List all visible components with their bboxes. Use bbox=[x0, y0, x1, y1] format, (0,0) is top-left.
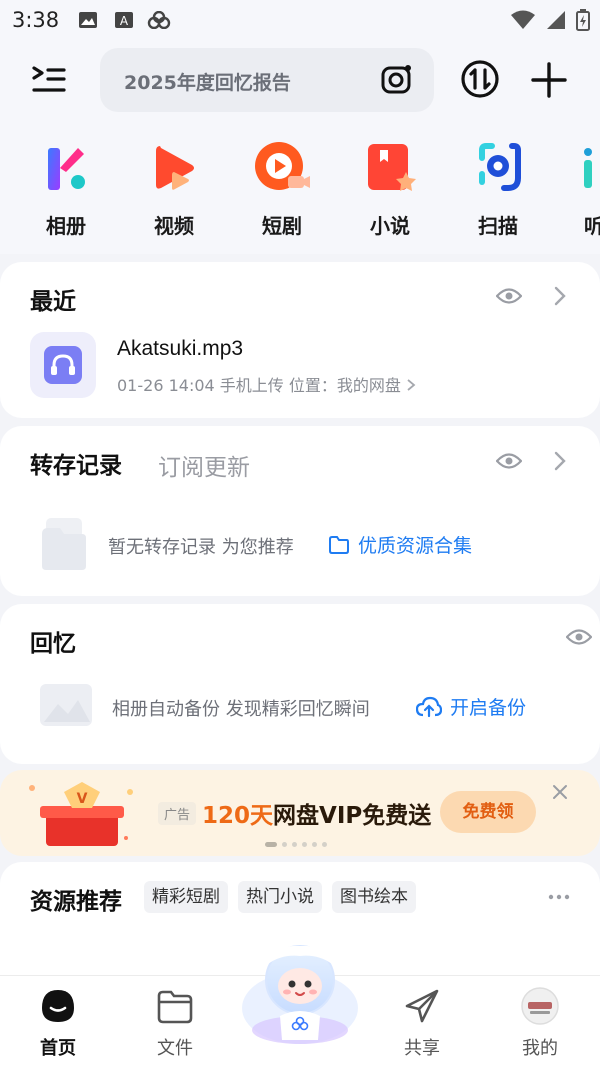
resource-collection-label: 优质资源合集 bbox=[358, 535, 473, 557]
mascot-assistant-button[interactable] bbox=[238, 940, 362, 1048]
app-label: 扫描 bbox=[478, 214, 518, 238]
app-label: 小说 bbox=[370, 214, 410, 238]
transfer-title[interactable]: 转存记录 bbox=[30, 446, 122, 480]
file-meta-text: 01-26 14:04 手机上传 位置：我的网盘 bbox=[117, 376, 401, 395]
cloud-upload-icon bbox=[416, 696, 442, 717]
resource-tag[interactable]: 热门小说 bbox=[238, 881, 322, 913]
enable-backup-label: 开启备份 bbox=[450, 697, 527, 719]
status-indicators bbox=[510, 9, 590, 31]
home-icon bbox=[42, 990, 74, 1022]
resource-collection-link[interactable]: 优质资源合集 bbox=[328, 531, 472, 558]
eye-icon[interactable] bbox=[566, 628, 592, 646]
status-time: 3:38 bbox=[12, 8, 60, 32]
font-notification-icon: A bbox=[115, 12, 133, 28]
paper-plane-icon bbox=[405, 989, 439, 1023]
app-scan[interactable]: 扫描 bbox=[458, 138, 538, 239]
add-icon[interactable] bbox=[530, 61, 568, 99]
nav-files[interactable]: 文件 bbox=[135, 986, 215, 1060]
svg-text:V: V bbox=[77, 791, 88, 807]
memory-card: 回忆 相册自动备份 发现精彩回忆瞬间 开启备份 bbox=[0, 604, 600, 764]
carousel-dot bbox=[322, 842, 327, 847]
app-label: 相册 bbox=[46, 214, 86, 238]
vip-gift-box-icon: V bbox=[29, 782, 133, 846]
search-bar[interactable]: 2025年度回忆报告 bbox=[100, 48, 434, 112]
app-album[interactable]: 相册 bbox=[26, 138, 106, 239]
app-novel[interactable]: 小说 bbox=[350, 138, 430, 239]
carousel-dot bbox=[282, 842, 287, 847]
signal-icon bbox=[547, 11, 565, 29]
enable-backup-link[interactable]: 开启备份 bbox=[416, 693, 526, 720]
nav-label: 共享 bbox=[404, 1038, 440, 1059]
search-text: 2025年度回忆报告 bbox=[124, 72, 291, 94]
resource-tag[interactable]: 精彩短剧 bbox=[144, 881, 228, 913]
folder-icon bbox=[329, 535, 349, 554]
carousel-dot bbox=[292, 842, 297, 847]
transfer-empty-text: 暂无转存记录 为您推荐 bbox=[108, 537, 294, 558]
app-label: 短剧 bbox=[262, 214, 302, 238]
chevron-right-icon[interactable] bbox=[553, 450, 567, 472]
tab-subscription[interactable]: 订阅更新 bbox=[158, 448, 250, 482]
memory-empty-text: 相册自动备份 发现精彩回忆瞬间 bbox=[112, 699, 370, 720]
nav-label: 我的 bbox=[522, 1038, 558, 1059]
more-icon[interactable] bbox=[548, 894, 570, 900]
short-drama-icon bbox=[255, 142, 310, 190]
nav-home[interactable]: 首页 bbox=[18, 986, 98, 1060]
image-notification-icon bbox=[79, 12, 97, 28]
eye-icon[interactable] bbox=[496, 287, 522, 305]
empty-photo-icon bbox=[40, 684, 92, 726]
nav-profile[interactable]: 我的 bbox=[500, 986, 580, 1060]
carousel-dot bbox=[302, 842, 307, 847]
scan-icon bbox=[479, 143, 521, 191]
chevron-right-icon[interactable] bbox=[406, 378, 416, 392]
vip-ad-banner[interactable]: V 广告 120天网盘VIP免费送 免费领 bbox=[0, 770, 600, 856]
transfer-sync-icon[interactable] bbox=[460, 59, 500, 99]
wifi-icon bbox=[511, 10, 535, 29]
app-label: 视频 bbox=[154, 214, 194, 238]
resource-title: 资源推荐 bbox=[30, 889, 122, 915]
menu-icon[interactable] bbox=[30, 64, 68, 96]
file-thumbnail[interactable] bbox=[30, 332, 96, 398]
novel-icon bbox=[368, 144, 416, 191]
album-icon bbox=[48, 148, 85, 190]
ad-headline: 120天网盘VIP免费送 bbox=[202, 796, 431, 830]
app-shortcuts: 相册 视频 短剧 小说 扫描 听 bbox=[0, 126, 600, 254]
battery-icon bbox=[576, 9, 590, 31]
recent-title: 最近 bbox=[30, 289, 76, 315]
chevron-right-icon[interactable] bbox=[553, 285, 567, 307]
camera-scan-icon[interactable] bbox=[380, 63, 414, 97]
video-icon bbox=[156, 146, 194, 190]
listen-icon bbox=[584, 148, 592, 188]
resource-tag[interactable]: 图书绘本 bbox=[332, 881, 416, 913]
app-listen[interactable]: 听 bbox=[560, 138, 600, 239]
carousel-dot bbox=[312, 842, 317, 847]
file-meta: 01-26 14:04 手机上传 位置：我的网盘 bbox=[117, 372, 416, 396]
status-bar: 3:38 A bbox=[0, 0, 600, 42]
nav-label: 首页 bbox=[40, 1038, 76, 1059]
empty-folder-icon bbox=[42, 518, 86, 570]
file-name[interactable]: Akatsuki.mp3 bbox=[117, 337, 243, 361]
close-icon[interactable] bbox=[550, 782, 570, 802]
nav-share[interactable]: 共享 bbox=[382, 986, 462, 1060]
ad-tag: 广告 bbox=[158, 802, 197, 825]
recent-card: 最近 Akatsuki.mp3 01-26 14:04 手机上传 位置：我的网盘 bbox=[0, 262, 600, 418]
app-label: 听 bbox=[584, 214, 600, 238]
app-video[interactable]: 视频 bbox=[134, 138, 214, 239]
memory-title: 回忆 bbox=[30, 631, 76, 657]
carousel-indicator bbox=[265, 842, 327, 847]
top-header: 2025年度回忆报告 bbox=[0, 42, 600, 126]
audio-file-icon bbox=[44, 346, 82, 384]
transfer-card: 转存记录 订阅更新 暂无转存记录 为您推荐 优质资源合集 bbox=[0, 426, 600, 596]
claim-free-button[interactable]: 免费领 bbox=[440, 791, 536, 833]
nav-label: 文件 bbox=[157, 1038, 193, 1059]
ad-highlight: 120天 bbox=[202, 803, 274, 829]
eye-icon[interactable] bbox=[496, 452, 522, 470]
cloud-notification-icon bbox=[147, 11, 171, 29]
carousel-dot bbox=[265, 842, 277, 847]
app-short-drama[interactable]: 短剧 bbox=[242, 138, 322, 239]
folder-icon bbox=[157, 990, 193, 1024]
svg-text:A: A bbox=[120, 14, 129, 28]
ad-text: 网盘VIP免费送 bbox=[273, 803, 432, 829]
avatar bbox=[521, 987, 559, 1025]
